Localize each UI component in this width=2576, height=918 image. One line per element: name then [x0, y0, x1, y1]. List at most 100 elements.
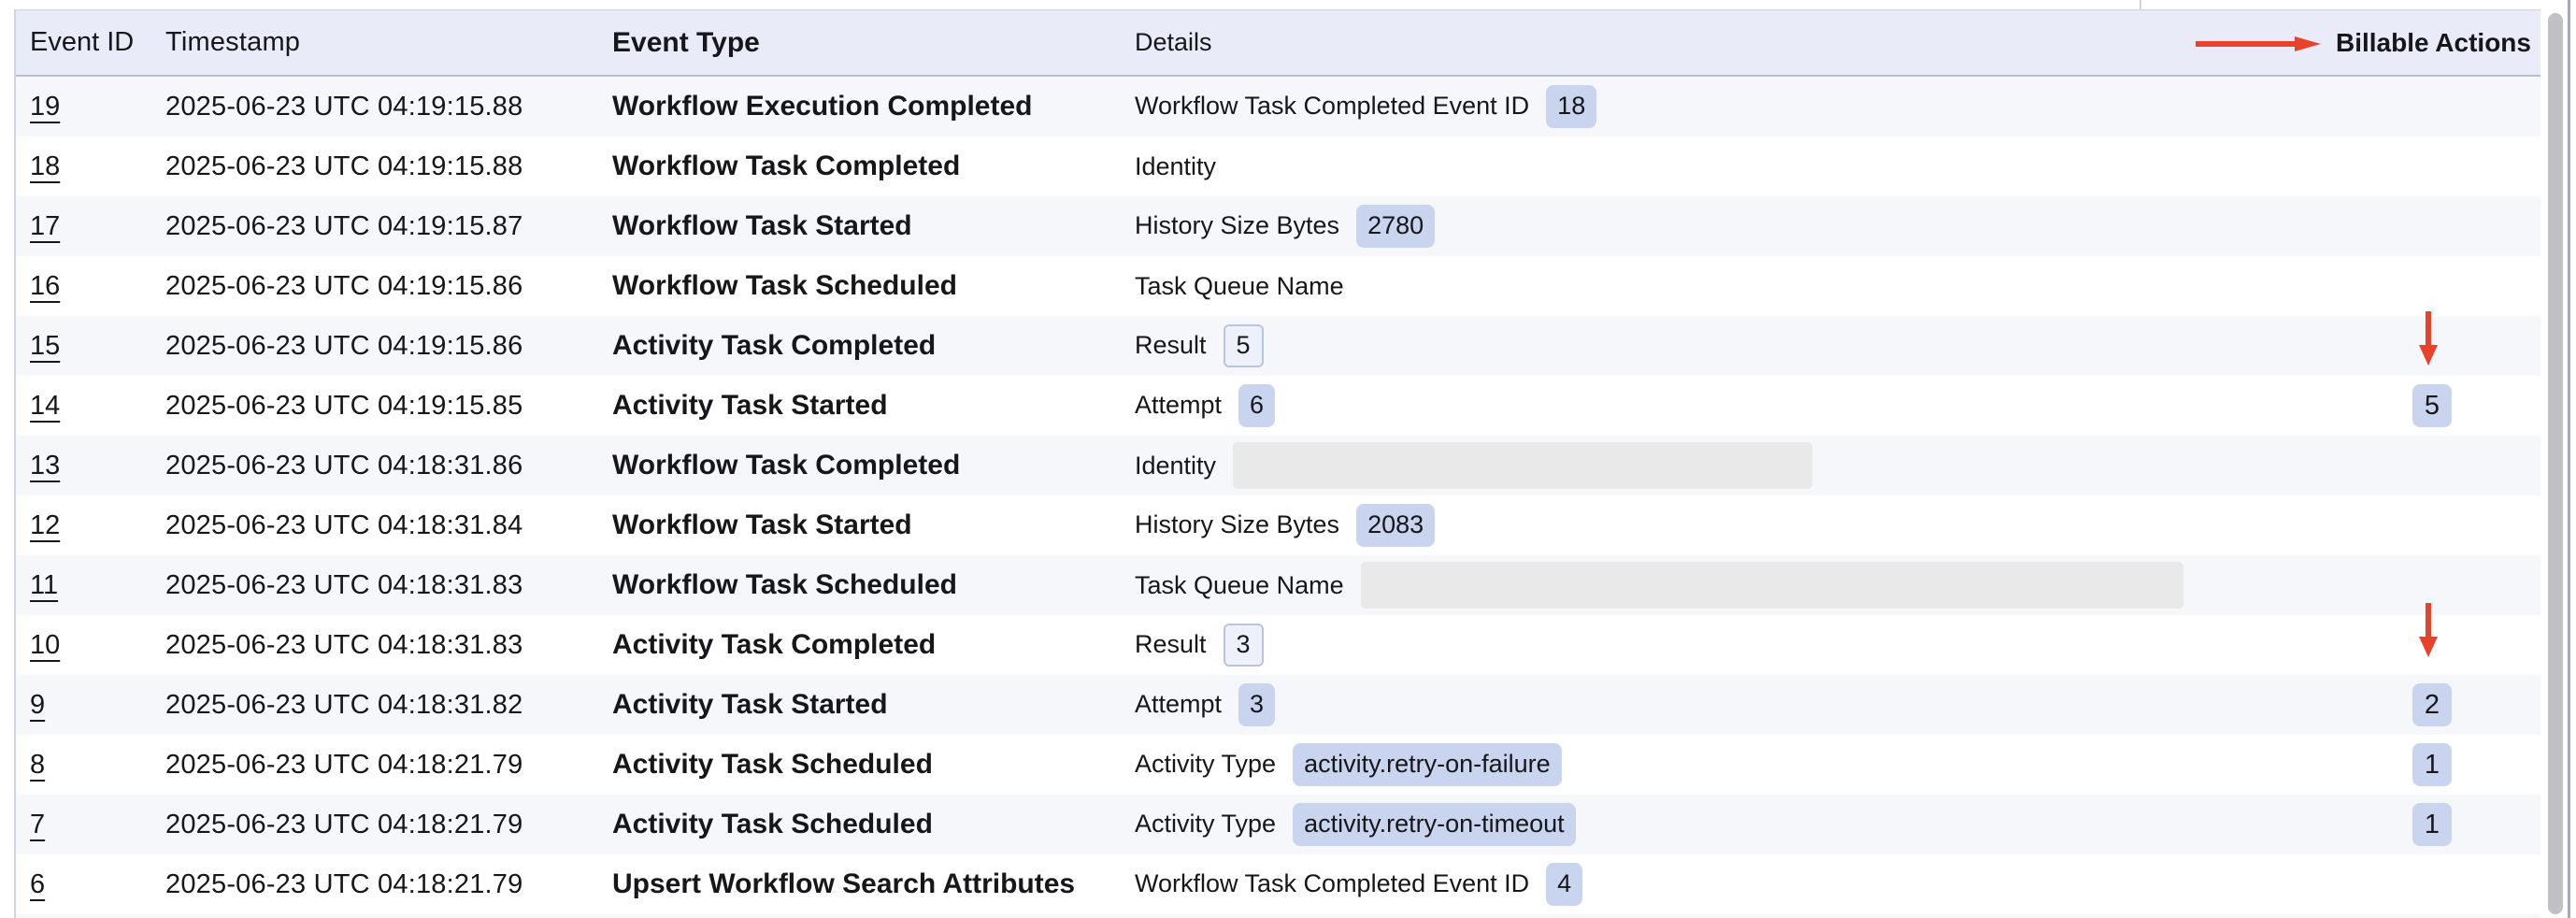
event-id-cell: 10 — [16, 630, 165, 661]
detail-label: Activity Type — [1135, 750, 1276, 779]
billable-actions-cell: 2 — [2322, 683, 2540, 726]
timestamp-cell: 2025-06-23 UTC 04:18:31.82 — [165, 690, 612, 721]
details-cell: Task Queue Name — [1135, 562, 2322, 609]
event-id-link[interactable]: 13 — [30, 451, 60, 481]
detail-label: Identity — [1135, 152, 1216, 181]
timestamp-cell: 2025-06-23 UTC 04:19:15.87 — [165, 211, 612, 242]
timestamp-cell: 2025-06-23 UTC 04:19:15.88 — [165, 92, 612, 122]
detail-label: History Size Bytes — [1135, 211, 1339, 240]
vertical-scrollbar-thumb[interactable] — [2548, 13, 2563, 914]
table-row[interactable]: 12 2025-06-23 UTC 04:18:31.84 Workflow T… — [16, 495, 2540, 555]
column-header-details[interactable]: Details — [1135, 28, 2322, 57]
detail-value-badge: 2083 — [1356, 504, 1435, 546]
details-cell: Identity — [1135, 152, 2322, 181]
event-type-cell: Workflow Task Started — [612, 210, 1135, 242]
event-id-cell: 18 — [16, 151, 165, 182]
event-type-cell: Activity Task Scheduled — [612, 809, 1135, 840]
billable-count-badge: 1 — [2412, 743, 2452, 786]
event-id-cell: 16 — [16, 271, 165, 302]
billable-actions-cell: 5 — [2322, 384, 2540, 427]
detail-label: Workflow Task Completed Event ID — [1135, 92, 1529, 121]
detail-value-badge: 4 — [1546, 863, 1582, 905]
details-cell: Workflow Task Completed Event ID 18 — [1135, 85, 2322, 127]
redacted-value-box — [1361, 562, 2183, 609]
timestamp-cell: 2025-06-23 UTC 04:19:15.86 — [165, 271, 612, 302]
details-cell: Workflow Task Completed Event ID 4 — [1135, 863, 2322, 905]
detail-value-badge: 6 — [1238, 384, 1275, 426]
panel-right-edge — [2568, 0, 2570, 918]
table-header: Event ID Timestamp Event Type Details Bi… — [16, 9, 2540, 77]
timestamp-cell: 2025-06-23 UTC 04:18:21.79 — [165, 810, 612, 840]
timestamp-cell: 2025-06-23 UTC 04:19:15.86 — [165, 331, 612, 362]
event-id-cell: 7 — [16, 810, 165, 840]
table-row[interactable]: 8 2025-06-23 UTC 04:18:21.79 Activity Ta… — [16, 735, 2540, 795]
event-id-link[interactable]: 6 — [30, 869, 45, 899]
column-header-event-type[interactable]: Event Type — [612, 27, 1135, 59]
red-right-arrow-annotation — [2196, 36, 2321, 51]
event-id-cell: 12 — [16, 510, 165, 541]
event-id-link[interactable]: 14 — [30, 391, 60, 421]
details-cell: Activity Type activity.retry-on-failure — [1135, 743, 2322, 785]
event-type-cell: Workflow Task Scheduled — [612, 569, 1135, 601]
event-type-cell: Workflow Task Completed — [612, 151, 1135, 182]
timestamp-cell: 2025-06-23 UTC 04:18:31.83 — [165, 570, 612, 601]
event-id-cell: 9 — [16, 690, 165, 721]
top-strip — [0, 0, 2576, 9]
event-id-link[interactable]: 19 — [30, 92, 60, 122]
event-type-cell: Upsert Workflow Search Attributes — [612, 868, 1135, 900]
details-cell: Activity Type activity.retry-on-timeout — [1135, 803, 2322, 845]
event-type-cell: Activity Task Completed — [612, 629, 1135, 661]
table-row[interactable]: 18 2025-06-23 UTC 04:19:15.88 Workflow T… — [16, 136, 2540, 196]
event-type-cell: Workflow Execution Completed — [612, 91, 1135, 122]
table-row[interactable]: 15 2025-06-23 UTC 04:19:15.86 Activity T… — [16, 316, 2540, 376]
event-id-link[interactable]: 15 — [30, 331, 60, 361]
timestamp-cell: 2025-06-23 UTC 04:18:21.79 — [165, 750, 612, 781]
event-id-link[interactable]: 10 — [30, 630, 60, 660]
details-cell: Identity — [1135, 442, 2322, 489]
billable-count-badge: 5 — [2412, 384, 2452, 427]
column-header-event-id[interactable]: Event ID — [16, 27, 165, 58]
table-row[interactable]: 6 2025-06-23 UTC 04:18:21.79 Upsert Work… — [16, 854, 2540, 914]
table-row[interactable]: 16 2025-06-23 UTC 04:19:15.86 Workflow T… — [16, 256, 2540, 316]
event-id-link[interactable]: 12 — [30, 510, 60, 540]
table-row[interactable]: 13 2025-06-23 UTC 04:18:31.86 Workflow T… — [16, 436, 2540, 495]
table-row[interactable]: 7 2025-06-23 UTC 04:18:21.79 Activity Ta… — [16, 795, 2540, 854]
timestamp-cell: 2025-06-23 UTC 04:18:21.79 — [165, 869, 612, 900]
event-type-cell: Activity Task Completed — [612, 330, 1135, 362]
event-type-cell: Workflow Task Scheduled — [612, 270, 1135, 302]
event-id-link[interactable]: 9 — [30, 690, 45, 720]
redacted-value-box — [1233, 442, 1812, 489]
column-header-billable-actions[interactable]: Billable Actions — [2336, 28, 2540, 58]
table-row[interactable]: 17 2025-06-23 UTC 04:19:15.87 Workflow T… — [16, 196, 2540, 256]
event-type-cell: Activity Task Scheduled — [612, 749, 1135, 781]
column-header-timestamp[interactable]: Timestamp — [165, 27, 612, 58]
event-history-table: Event ID Timestamp Event Type Details Bi… — [14, 9, 2540, 918]
event-id-link[interactable]: 8 — [30, 750, 45, 780]
timestamp-cell: 2025-06-23 UTC 04:18:31.86 — [165, 451, 612, 481]
table-row[interactable]: 11 2025-06-23 UTC 04:18:31.83 Workflow T… — [16, 555, 2540, 615]
table-row[interactable]: 14 2025-06-23 UTC 04:19:15.85 Activity T… — [16, 376, 2540, 436]
event-id-cell: 15 — [16, 331, 165, 362]
red-down-arrow-annotation — [2418, 603, 2439, 657]
top-divider-tick — [2140, 0, 2141, 9]
event-id-cell: 11 — [16, 570, 165, 601]
event-id-link[interactable]: 11 — [30, 570, 58, 600]
table-row[interactable]: 19 2025-06-23 UTC 04:19:15.88 Workflow E… — [16, 77, 2540, 136]
event-type-cell: Activity Task Started — [612, 689, 1135, 721]
next-row-sliver — [16, 914, 2540, 918]
event-id-cell: 14 — [16, 391, 165, 422]
detail-label: Identity — [1135, 452, 1216, 481]
event-id-link[interactable]: 18 — [30, 151, 60, 181]
detail-label: Result — [1135, 331, 1207, 360]
event-id-link[interactable]: 7 — [30, 810, 45, 839]
event-id-link[interactable]: 16 — [30, 271, 60, 301]
timestamp-cell: 2025-06-23 UTC 04:18:31.84 — [165, 510, 612, 541]
detail-label: Activity Type — [1135, 810, 1276, 839]
event-id-cell: 8 — [16, 750, 165, 781]
event-history-panel: Event ID Timestamp Event Type Details Bi… — [0, 0, 2576, 918]
event-type-cell: Workflow Task Started — [612, 509, 1135, 541]
detail-label: History Size Bytes — [1135, 510, 1339, 539]
table-row[interactable]: 9 2025-06-23 UTC 04:18:31.82 Activity Ta… — [16, 675, 2540, 735]
event-id-link[interactable]: 17 — [30, 211, 60, 241]
table-row[interactable]: 10 2025-06-23 UTC 04:18:31.83 Activity T… — [16, 615, 2540, 675]
